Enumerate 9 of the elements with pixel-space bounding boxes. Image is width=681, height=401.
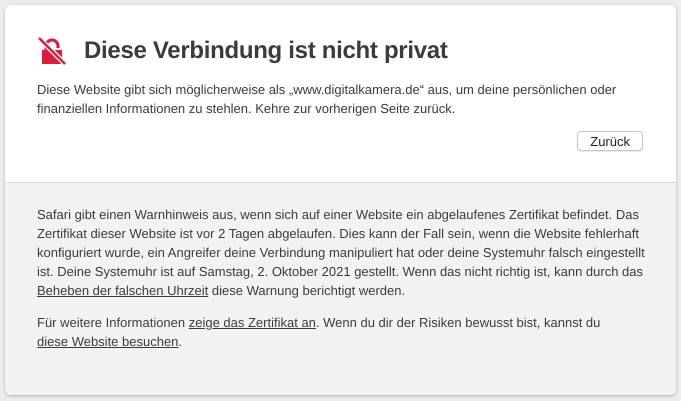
details-paragraph: Safari gibt einen Warnhinweis aus, wenn sich auf einer Website ein abgelaufenes Zertifikat befindet. Das Zertifikat dieser Website ist vor 2 Tagen abgelaufen. Dies kann der Fall sein, wenn die Website fehlerhaft konfiguriert wurde, ein Angreifer deine Verbindung manipuliert hat oder deine Systemuhr falsch eingestellt ist. Deine Systemuhr ist auf Samstag, 2. Oktober 2021 gestellt. Wenn das nicht richtig ist, kann durch das Beheben der falschen Uhrzeit diese Warnung berichtigt werden. (37, 206, 646, 300)
warning-message: Diese Website gibt sich möglicherweise als „www.digitalkamera.de“ aus, um deine persönlichen oder finanziellen Informationen zu stehlen. Kehre zur vorherigen Seite zurück. (37, 81, 618, 118)
inline-link[interactable]: Beheben der falschen Uhrzeit (37, 283, 208, 298)
details-paragraph: Für weitere Informationen zeige das Zertifikat an. Wenn du dir der Risiken bewusst bist, kannst du diese Website besuchen. (37, 314, 602, 351)
inline-link[interactable]: diese Website besuchen (37, 334, 178, 349)
back-button[interactable]: Zurück (577, 131, 643, 151)
crossed-lock-icon (37, 36, 67, 66)
page-title: Diese Verbindung ist nicht privat (84, 37, 448, 65)
inline-link[interactable]: zeige das Zertifikat an (188, 315, 316, 330)
